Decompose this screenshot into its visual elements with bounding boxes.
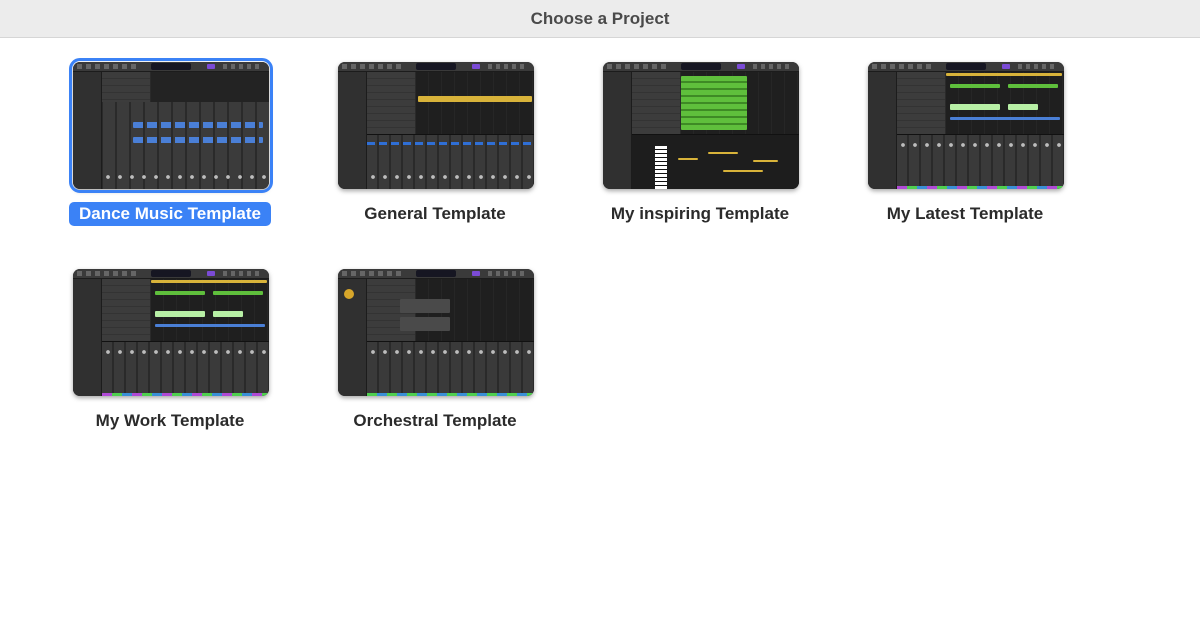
template-label[interactable]: My inspiring Template (601, 202, 799, 226)
title-bar: Choose a Project (0, 0, 1200, 38)
template-thumbnail[interactable] (69, 58, 273, 193)
project-chooser-window: Choose a Project Dance Music Template Ge (0, 0, 1200, 627)
template-my-work[interactable]: My Work Template (65, 269, 275, 439)
template-label[interactable]: Orchestral Template (343, 409, 526, 433)
template-label[interactable]: General Template (354, 202, 515, 226)
template-dance-music[interactable]: Dance Music Template (65, 58, 275, 232)
template-my-inspiring[interactable]: My inspiring Template (595, 62, 805, 232)
template-thumbnail[interactable] (73, 269, 269, 396)
template-label[interactable]: Dance Music Template (68, 202, 272, 226)
template-thumbnail[interactable] (868, 62, 1064, 189)
template-label[interactable]: My Latest Template (877, 202, 1054, 226)
template-my-latest[interactable]: My Latest Template (860, 62, 1070, 232)
window-title: Choose a Project (530, 9, 670, 28)
template-thumbnail[interactable] (338, 269, 534, 396)
template-orchestral[interactable]: Orchestral Template (330, 269, 540, 439)
template-thumbnail[interactable] (603, 62, 799, 189)
template-general[interactable]: General Template (330, 62, 540, 232)
template-label[interactable]: My Work Template (86, 409, 255, 433)
template-thumbnail[interactable] (338, 62, 534, 189)
